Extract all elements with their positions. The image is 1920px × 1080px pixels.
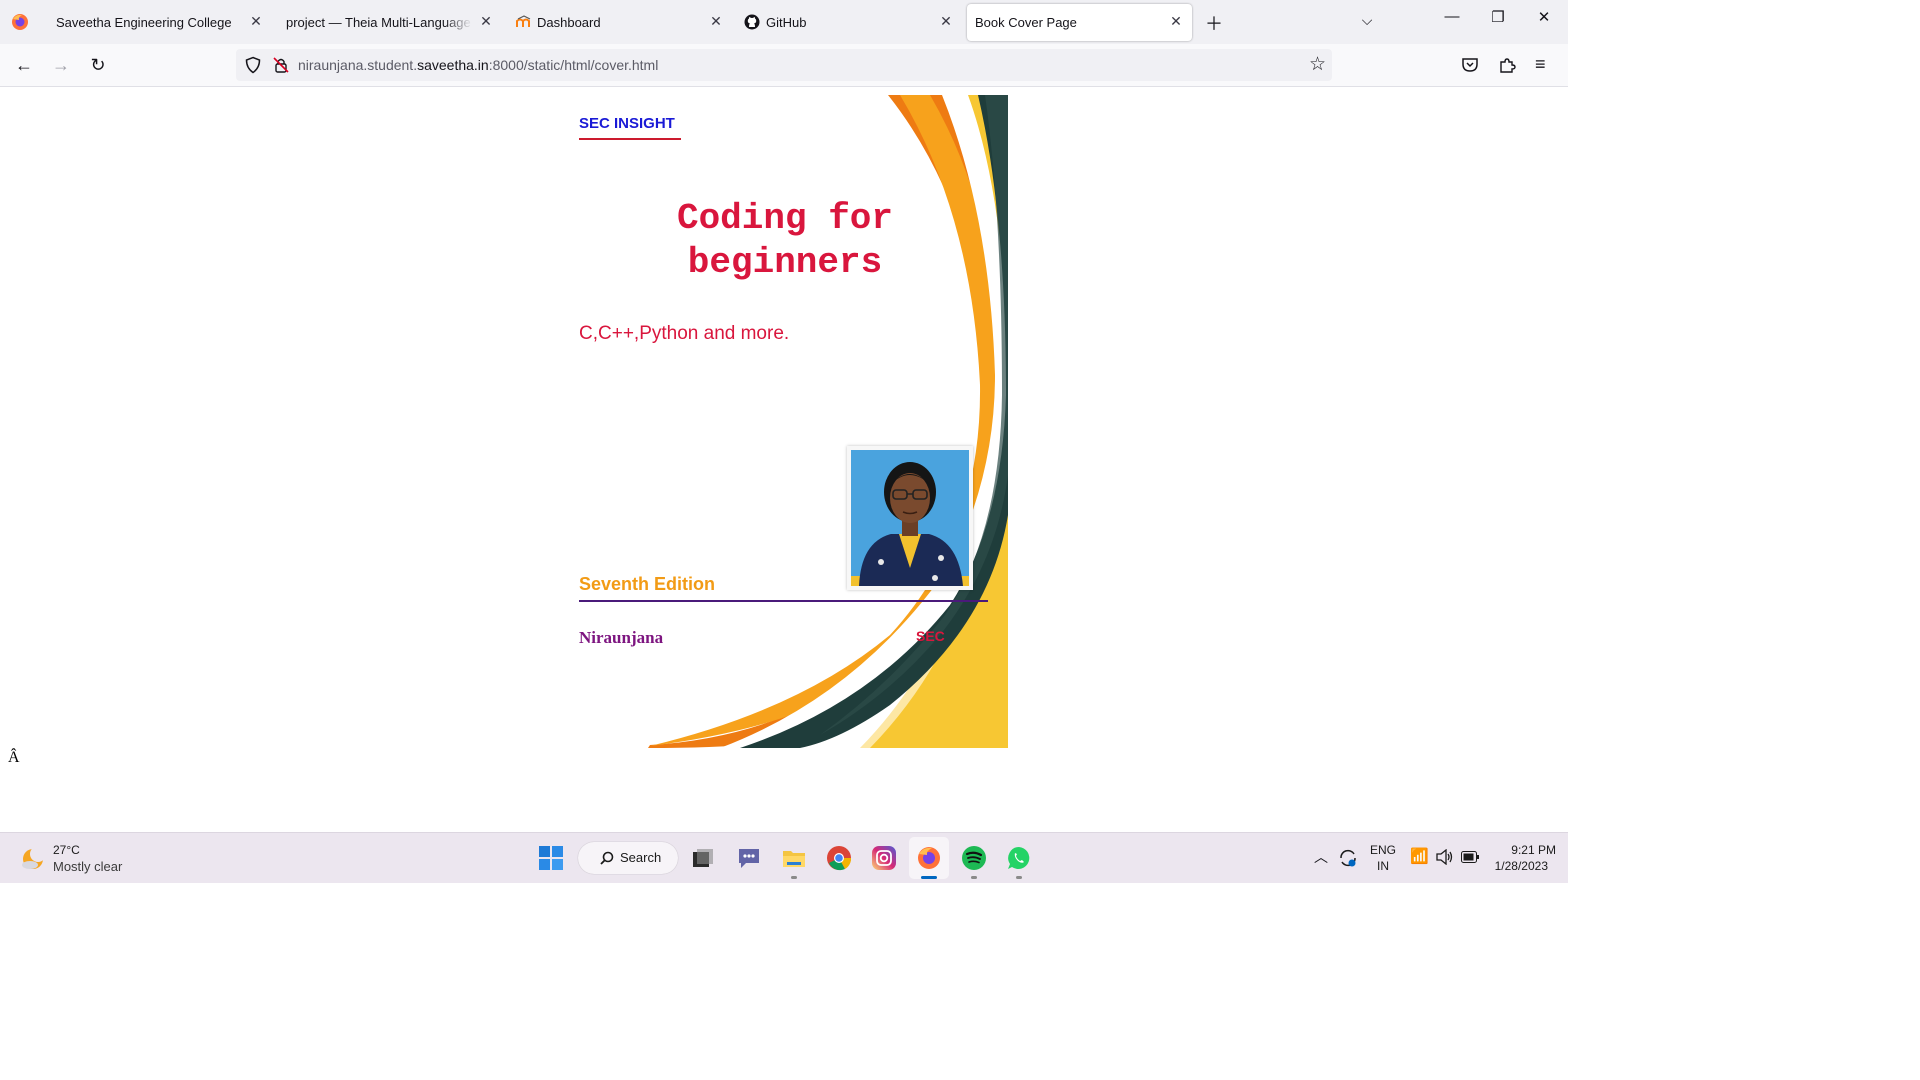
- edition-label: Seventh Edition: [579, 574, 716, 594]
- new-tab-plus-icon[interactable]: ＋: [1202, 10, 1226, 36]
- task-view-icon[interactable]: [690, 845, 716, 871]
- close-icon[interactable]: ✕: [478, 13, 494, 30]
- tab-strip: Saveetha Engineering College ✕ project —…: [0, 0, 1568, 44]
- close-icon[interactable]: ✕: [708, 13, 724, 30]
- weather-moon-icon[interactable]: [20, 845, 46, 871]
- close-icon[interactable]: ✕: [1168, 13, 1184, 30]
- chrome-icon[interactable]: [826, 845, 852, 871]
- tab-title: Book Cover Page: [975, 15, 1077, 30]
- book-subtitle: C,C++,Python and more.: [579, 323, 790, 344]
- taskbar-search[interactable]: Search: [578, 842, 678, 874]
- extensions-puzzle-icon[interactable]: [1498, 56, 1516, 74]
- forward-arrow-icon[interactable]: →: [49, 53, 73, 77]
- shield-icon[interactable]: [244, 56, 262, 74]
- sync-icon[interactable]: [1338, 848, 1358, 868]
- close-icon[interactable]: ✕: [248, 13, 264, 30]
- navigation-toolbar: ← → ↻ niraunjana.student.saveetha.in:800…: [0, 44, 1568, 87]
- restore-icon[interactable]: ❐: [1483, 8, 1513, 26]
- battery-icon[interactable]: [1461, 851, 1479, 863]
- book-cover: SEC INSIGHT Coding for beginners C,C++,P…: [570, 95, 1008, 748]
- tray-chevron-up-icon[interactable]: ︿: [1314, 847, 1328, 867]
- input-region[interactable]: IN: [1368, 859, 1398, 873]
- whatsapp-icon[interactable]: [1006, 845, 1032, 871]
- tab-book-cover[interactable]: Book Cover Page ✕: [967, 4, 1192, 41]
- book-title-line-1: Coding for: [676, 198, 894, 239]
- url-text[interactable]: niraunjana.student.saveetha.in:8000/stat…: [298, 57, 658, 73]
- instagram-icon[interactable]: [871, 845, 897, 871]
- running-indicator: [1016, 876, 1022, 879]
- search-icon: [600, 851, 614, 865]
- list-tabs-chevron-down-icon[interactable]: ⌵: [1355, 12, 1379, 29]
- clock-date[interactable]: 1/28/2023: [1486, 859, 1548, 873]
- reload-icon[interactable]: ↻: [86, 53, 110, 77]
- author-photo: [847, 446, 973, 590]
- insecure-lock-icon[interactable]: [272, 56, 290, 74]
- spotify-icon[interactable]: [961, 845, 987, 871]
- window-close-icon[interactable]: ✕: [1529, 8, 1559, 26]
- volume-icon[interactable]: [1436, 849, 1454, 865]
- hamburger-menu-icon[interactable]: ≡: [1535, 54, 1546, 75]
- back-arrow-icon[interactable]: ←: [12, 53, 36, 77]
- minimize-icon[interactable]: —: [1437, 8, 1467, 25]
- weather-temperature[interactable]: 27°C: [53, 843, 80, 857]
- input-language[interactable]: ENG: [1368, 843, 1398, 857]
- tab-title: project — Theia Multi-Language Ex: [286, 15, 472, 30]
- bookmark-star-icon[interactable]: ☆: [1309, 53, 1326, 76]
- github-icon: [744, 14, 760, 30]
- firefox-taskbar-icon[interactable]: [916, 845, 942, 871]
- search-label: Search: [620, 850, 662, 865]
- weather-description[interactable]: Mostly clear: [53, 859, 122, 874]
- file-explorer-icon[interactable]: [781, 845, 807, 871]
- close-icon[interactable]: ✕: [938, 13, 954, 30]
- author-name: Niraunjana: [579, 628, 664, 647]
- author-portrait-image: [851, 450, 969, 586]
- url-path: :8000/static/html/cover.html: [488, 57, 659, 73]
- book-title: Coding for beginners: [650, 197, 920, 285]
- tab-project[interactable]: project — Theia Multi-Language Ex ✕: [274, 4, 502, 41]
- book-title-line-2: beginners: [687, 242, 883, 283]
- divider: [579, 600, 988, 602]
- teams-chat-icon[interactable]: [736, 845, 762, 871]
- wifi-icon[interactable]: 📶: [1410, 847, 1429, 865]
- tab-saveetha[interactable]: Saveetha Engineering College ✕: [44, 4, 272, 41]
- brand-label: SEC INSIGHT: [579, 115, 681, 140]
- taskbar: 27°C Mostly clear Search ︿ ENG IN 📶 9:21…: [0, 832, 1568, 883]
- publisher-label: SEC: [916, 628, 945, 644]
- windows-start-icon[interactable]: [538, 845, 564, 871]
- clock-time[interactable]: 9:21 PM: [1486, 843, 1556, 857]
- tab-title: GitHub: [766, 15, 807, 30]
- url-prefix: niraunjana.student.: [298, 57, 418, 73]
- stray-text: Â: [8, 749, 20, 766]
- pocket-icon[interactable]: [1461, 56, 1479, 74]
- firefox-menu-icon[interactable]: [10, 12, 30, 32]
- tab-dashboard[interactable]: Dashboard ✕: [504, 4, 732, 41]
- running-indicator: [791, 876, 797, 879]
- address-bar[interactable]: niraunjana.student.saveetha.in:8000/stat…: [236, 49, 1332, 81]
- page-content: SEC INSIGHT Coding for beginners C,C++,P…: [0, 87, 1568, 832]
- active-app-indicator: [921, 876, 937, 879]
- cover-swoosh-graphic: [648, 95, 1008, 748]
- tab-github[interactable]: GitHub ✕: [734, 4, 962, 41]
- running-indicator: [971, 876, 977, 879]
- tab-title: Dashboard: [537, 15, 601, 30]
- moodle-icon: [516, 15, 531, 27]
- url-domain: saveetha.in: [417, 57, 489, 73]
- tab-title: Saveetha Engineering College: [56, 15, 232, 30]
